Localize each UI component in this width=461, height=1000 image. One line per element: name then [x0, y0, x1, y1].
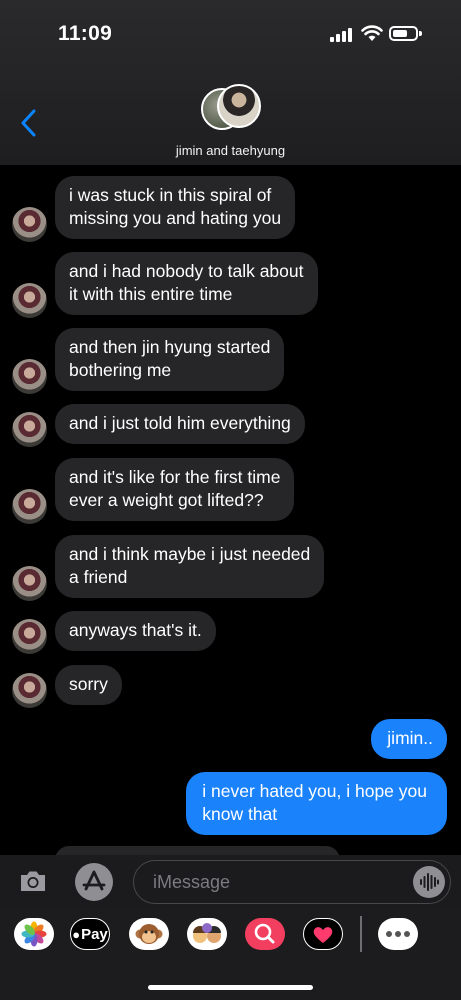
incoming-message-bubble[interactable]: i was stuck in this spiral of missing yo…	[55, 176, 296, 239]
sender-avatar	[12, 412, 47, 447]
app-drawer-divider	[360, 916, 362, 952]
app-store-button[interactable]	[75, 863, 113, 901]
camera-button[interactable]	[18, 868, 48, 894]
sender-avatar	[12, 283, 47, 318]
incoming-message-bubble[interactable]: and it's like for the first time ever a …	[55, 458, 295, 521]
sender-avatar	[12, 619, 47, 654]
avatar-taehyung	[217, 84, 261, 128]
status-time: 11:09	[58, 22, 113, 45]
sender-avatar	[12, 359, 47, 394]
digital-touch-app-icon[interactable]	[303, 918, 343, 950]
message-input-placeholder: iMessage	[153, 872, 231, 892]
back-button[interactable]	[16, 106, 42, 140]
sender-avatar	[12, 207, 47, 242]
cellular-signal-icon	[330, 28, 354, 42]
outgoing-message-bubble[interactable]: i never hated you, i hope you know that	[186, 772, 447, 835]
message-input[interactable]: iMessage	[133, 860, 451, 904]
more-apps-icon[interactable]	[378, 918, 418, 950]
incoming-message-bubble[interactable]: anyways that's it.	[55, 611, 216, 651]
wifi-icon	[361, 25, 383, 41]
audio-message-button[interactable]	[413, 866, 445, 898]
waveform-icon	[420, 873, 439, 891]
sender-avatar	[12, 566, 47, 601]
search-images-app-icon[interactable]	[245, 918, 285, 950]
apple-logo-icon: ●	[72, 926, 81, 942]
sender-avatar	[12, 489, 47, 524]
incoming-message-bubble[interactable]: and i think maybe i just needed a friend	[55, 535, 325, 598]
sender-avatar	[12, 673, 47, 708]
app-store-icon	[82, 870, 106, 891]
incoming-message-bubble[interactable]: and i just told him everything	[55, 404, 305, 444]
chat-title[interactable]: jimin and taehyung	[0, 143, 461, 158]
chat-header: 11:09 jimin and taehyung	[0, 0, 461, 165]
animoji-app-icon[interactable]	[129, 918, 169, 950]
incoming-message-bubble[interactable]: and i had nobody to talk about it with t…	[55, 252, 318, 315]
outgoing-message-bubble[interactable]: jimin..	[371, 719, 447, 759]
group-avatar[interactable]	[197, 84, 263, 136]
memoji-app-icon[interactable]	[187, 918, 227, 950]
incoming-message-bubble[interactable]: and then jin hyung started bothering me	[55, 328, 285, 391]
incoming-message-bubble[interactable]: sorry	[55, 665, 122, 705]
battery-icon	[389, 26, 422, 41]
home-indicator[interactable]	[148, 985, 313, 990]
photos-app-icon[interactable]	[14, 918, 54, 950]
apple-pay-app-icon[interactable]: ● Pay	[70, 918, 110, 950]
